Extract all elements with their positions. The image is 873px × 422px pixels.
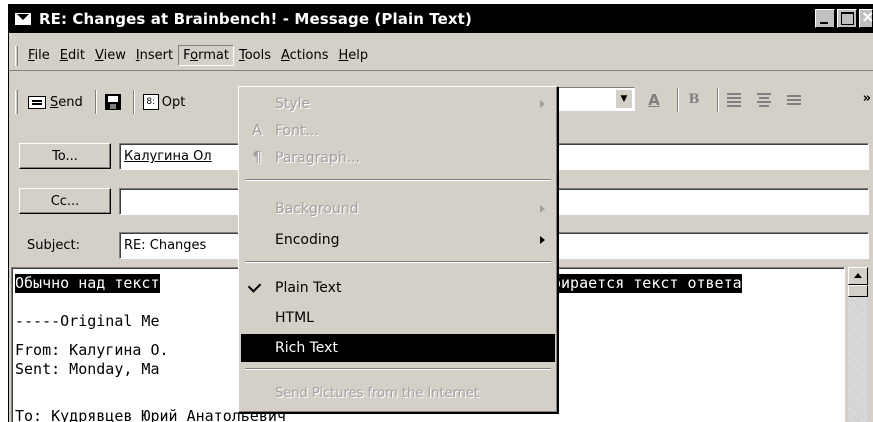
send-button[interactable]: Send [24, 89, 87, 115]
subject-label: Subject: [27, 238, 80, 253]
menu-item-plain-text-label: Plain Text [275, 280, 342, 296]
paragraph-icon: ¶ [252, 148, 262, 166]
font-color-icon[interactable]: A [643, 89, 665, 111]
submenu-arrow-icon [540, 100, 545, 108]
save-button[interactable] [101, 89, 125, 115]
more-chevron-icon[interactable]: » [863, 91, 871, 106]
menu-item-paragraph-label: Paragraph... [275, 150, 361, 166]
options-button[interactable]: 8: Opt [139, 89, 190, 115]
submenu-arrow-icon [540, 236, 545, 244]
checkmark-icon [247, 279, 262, 293]
menu-item-style-label: Style [275, 96, 311, 112]
options-label: Opt [161, 94, 186, 110]
menu-format[interactable]: Format [178, 45, 234, 66]
bullets-icon[interactable] [783, 89, 805, 111]
menu-item-background-label: Background [275, 201, 359, 217]
close-button[interactable] [859, 7, 873, 28]
menu-item-font[interactable]: A Font... [241, 118, 555, 144]
bold-icon[interactable]: B [683, 89, 705, 111]
menu-item-paragraph[interactable]: ¶ Paragraph... [241, 145, 555, 171]
vertical-scrollbar[interactable] [847, 267, 868, 422]
menu-file[interactable]: File [23, 45, 55, 66]
window-controls [813, 7, 873, 28]
submenu-arrow-icon [540, 205, 545, 213]
toolbar-grip[interactable] [15, 90, 18, 114]
title-bar[interactable]: RE: Changes at Brainbench! - Message (Pl… [9, 5, 873, 33]
cc-button[interactable]: Cc... [19, 188, 111, 214]
to-recipient: Калугина Ол [124, 149, 212, 164]
body-line: Обычно над текст [15, 274, 160, 293]
center-icon[interactable] [753, 89, 775, 111]
body-line-selected-fragment: бирается текст ответа [552, 274, 742, 293]
menu-item-send-pictures-label: Send Pictures from the Internet [275, 385, 479, 401]
options-icon: 8: [142, 94, 159, 110]
menu-item-rich-text[interactable]: Rich Text [241, 334, 555, 362]
send-label: Send [50, 94, 83, 110]
menu-bar: File Edit View Insert Format Tools Actio… [9, 41, 873, 71]
menu-item-font-label: Font... [275, 123, 319, 139]
menubar-grip[interactable] [15, 45, 18, 66]
menu-separator [245, 368, 551, 370]
scroll-up-icon[interactable] [848, 267, 868, 285]
menu-item-rich-text-label: Rich Text [275, 340, 338, 356]
scroll-thumb[interactable] [848, 285, 868, 297]
toolbar-separator [677, 88, 679, 112]
menu-item-background[interactable]: Background [241, 196, 555, 222]
send-icon [28, 95, 46, 109]
menu-item-send-pictures[interactable]: Send Pictures from the Internet [241, 380, 555, 406]
envelope-icon [15, 13, 31, 25]
font-icon: A [251, 121, 263, 139]
window-title: RE: Changes at Brainbench! - Message (Pl… [39, 10, 472, 28]
save-icon [104, 94, 121, 110]
menu-edit[interactable]: Edit [55, 45, 90, 66]
maximize-button[interactable] [837, 9, 857, 28]
menu-help[interactable]: Help [333, 45, 373, 66]
menu-separator [245, 179, 551, 181]
minimize-button[interactable] [815, 9, 835, 28]
menu-item-html-label: HTML [275, 310, 314, 326]
font-size-combo[interactable]: ▼ [555, 87, 635, 111]
body-line: Sent: Monday, Ma [15, 360, 160, 378]
menu-item-style[interactable]: Style [241, 91, 555, 117]
align-left-icon[interactable] [723, 89, 745, 111]
menu-view[interactable]: View [90, 45, 131, 66]
cc-button-label: Cc... [50, 193, 80, 209]
message-window: RE: Changes at Brainbench! - Message (Pl… [8, 4, 873, 422]
toolbar-separator [132, 90, 135, 114]
body-line: From: Калугина О. [15, 341, 169, 359]
formatting-toolbar: A B [643, 87, 813, 113]
toolbar-separator [717, 88, 719, 112]
menu-item-plain-text[interactable]: Plain Text [241, 275, 555, 301]
to-button-label: To... [52, 148, 78, 164]
menu-tools[interactable]: Tools [234, 45, 276, 66]
menu-insert[interactable]: Insert [131, 45, 178, 66]
menu-item-html[interactable]: HTML [241, 305, 555, 331]
menu-item-encoding[interactable]: Encoding [241, 227, 555, 253]
toolbar-separator [94, 90, 97, 114]
menu-actions[interactable]: Actions [276, 45, 334, 66]
format-menu-dropdown: Style A Font... ¶ Paragraph... Backgroun… [238, 86, 558, 413]
to-button[interactable]: To... [19, 143, 111, 169]
menu-separator [245, 261, 551, 263]
chevron-down-icon[interactable]: ▼ [616, 90, 632, 108]
body-line: -----Original Me [15, 312, 160, 330]
menu-item-encoding-label: Encoding [275, 232, 340, 248]
